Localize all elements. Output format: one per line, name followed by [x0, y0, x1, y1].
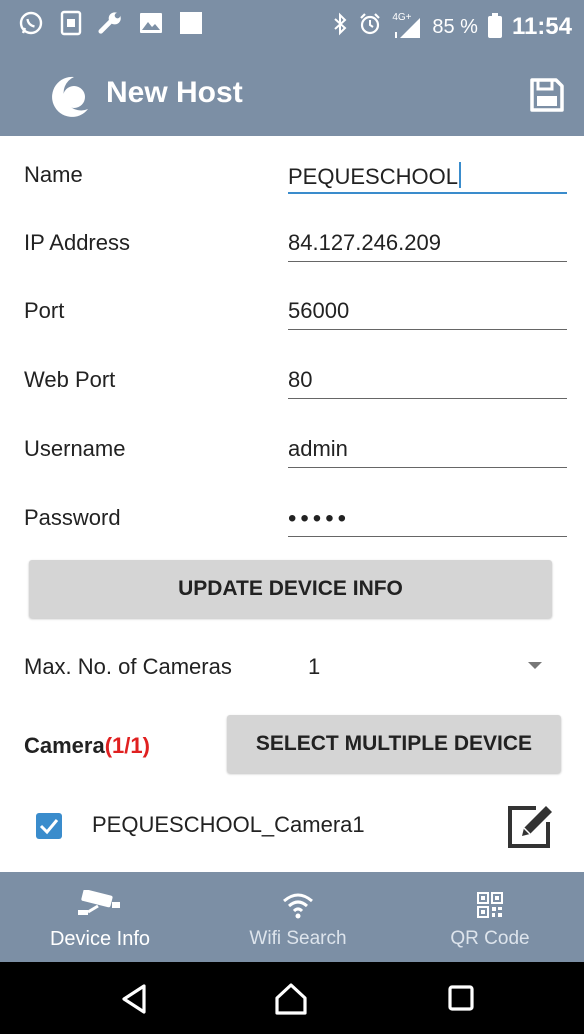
camera-section-title: Camera(1/1)	[24, 733, 150, 759]
name-value: PEQUESCHOOL	[288, 164, 458, 189]
cctv-camera-icon	[76, 890, 124, 920]
status-time: 11:54	[511, 13, 572, 40]
wifi-icon	[281, 890, 315, 920]
web-port-label: Web Port	[24, 367, 116, 392]
tab-wifi-search[interactable]: Wifi Search	[208, 872, 388, 962]
tab-label-device-info: Device Info	[49, 928, 151, 950]
gallery-icon	[138, 10, 164, 36]
save-button[interactable]	[528, 76, 566, 114]
select-multiple-device-button[interactable]: SELECT MULTIPLE DEVICE	[227, 715, 561, 773]
whatsapp-icon	[18, 10, 44, 36]
password-row: Password •••••	[0, 483, 584, 551]
battery-icon	[487, 13, 502, 38]
qr-code-icon	[476, 890, 504, 920]
port-label: Port	[24, 298, 65, 323]
recent-apps-button[interactable]	[445, 982, 479, 1016]
app-bar: New Host	[0, 56, 584, 136]
home-button[interactable]	[273, 982, 307, 1016]
camera-checkbox[interactable]	[36, 813, 62, 839]
recent-apps-square-icon	[448, 985, 474, 1011]
back-button[interactable]	[118, 982, 152, 1016]
web-port-row: Web Port 80	[0, 345, 584, 413]
edit-icon	[508, 806, 552, 848]
bottom-tab-bar: Device Info Wifi Search QR Code	[0, 872, 584, 962]
username-field[interactable]: admin	[288, 432, 567, 468]
status-bar-system-icons: 4G+ 85 % 11:54	[332, 12, 572, 42]
sim-card-icon	[58, 10, 84, 36]
tab-label-wifi-search: Wifi Search	[249, 928, 347, 949]
tab-label-qr-code: QR Code	[450, 928, 530, 949]
max-cameras-select[interactable]: 1	[292, 640, 554, 690]
home-icon	[275, 983, 307, 1015]
wrench-icon	[98, 10, 124, 36]
password-field[interactable]: •••••	[288, 501, 567, 537]
camera-name: PEQUESCHOOL_Camera1	[92, 812, 365, 837]
ip-address-label: IP Address	[24, 230, 130, 255]
update-device-info-button[interactable]: UPDATE DEVICE INFO	[29, 560, 552, 618]
tab-qr-code[interactable]: QR Code	[400, 872, 580, 962]
battery-percent: 85 %	[432, 15, 478, 38]
page-title: New Host	[106, 76, 243, 109]
username-row: Username admin	[0, 414, 584, 482]
name-field[interactable]: PEQUESCHOOL	[288, 158, 567, 194]
alarm-icon	[358, 12, 382, 42]
app-moon-logo-icon	[44, 73, 92, 121]
username-label: Username	[24, 436, 126, 461]
checkmark-icon	[39, 819, 59, 835]
text-cursor	[458, 162, 461, 188]
camera-count: (1/1)	[104, 733, 150, 758]
back-triangle-icon	[122, 984, 146, 1014]
ip-address-row: IP Address 84.127.246.209	[0, 208, 584, 276]
port-field[interactable]: 56000	[288, 294, 567, 330]
edit-camera-button[interactable]	[506, 802, 556, 850]
web-port-field[interactable]: 80	[288, 363, 567, 399]
notification-square-icon	[178, 10, 204, 36]
system-navigation-bar	[0, 962, 584, 1034]
camera-list-item: PEQUESCHOOL_Camera1	[0, 796, 584, 856]
max-cameras-value: 1	[308, 654, 321, 679]
network-4g-icon: 4G+	[392, 12, 422, 40]
camera-title-text: Camera	[24, 733, 105, 758]
status-bar: 4G+ 85 % 11:54	[0, 0, 584, 56]
save-icon	[530, 78, 564, 112]
status-bar-notification-icons	[18, 10, 204, 36]
name-label: Name	[24, 162, 83, 187]
password-label: Password	[24, 505, 121, 530]
dropdown-caret-icon	[528, 662, 542, 669]
name-row: Name PEQUESCHOOL	[0, 140, 584, 208]
max-cameras-label: Max. No. of Cameras	[24, 654, 232, 679]
ip-address-field[interactable]: 84.127.246.209	[288, 226, 567, 262]
tab-device-info[interactable]: Device Info	[10, 872, 190, 962]
port-row: Port 56000	[0, 276, 584, 344]
bluetooth-icon	[332, 12, 348, 42]
